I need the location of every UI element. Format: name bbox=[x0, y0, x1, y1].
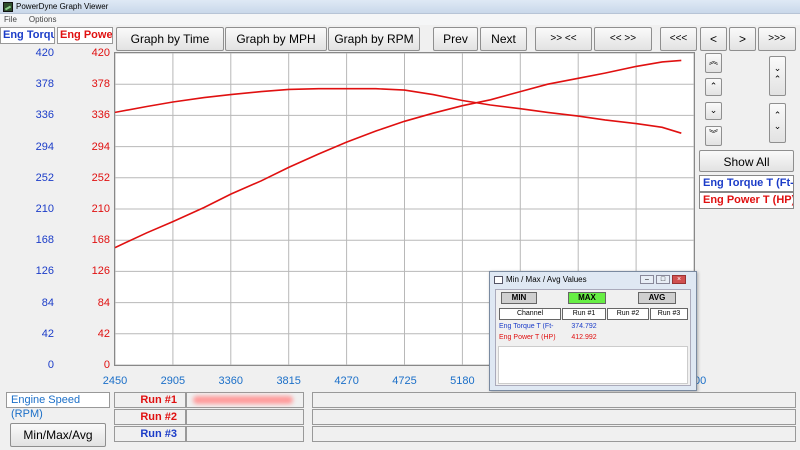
column-run3: Run #3 bbox=[650, 308, 688, 320]
menu-bar: File Options bbox=[0, 14, 800, 25]
y-tick-left: 378 bbox=[35, 78, 54, 91]
y-tick-right: 210 bbox=[91, 203, 110, 215]
x-tick-label: 4270 bbox=[334, 375, 359, 387]
title-bar: PowerDyne Graph Viewer bbox=[0, 0, 800, 14]
x-tick-label: 2450 bbox=[102, 375, 128, 387]
column-channel: Channel bbox=[499, 308, 561, 320]
zoom-out-button[interactable]: << >> bbox=[594, 27, 652, 51]
run3-name-box[interactable] bbox=[186, 426, 304, 442]
y-tick-right: 0 bbox=[103, 359, 110, 371]
menu-file[interactable]: File bbox=[4, 15, 17, 24]
x-channel-label[interactable]: Engine Speed (RPM) bbox=[6, 392, 110, 420]
y-tick-right: 168 bbox=[91, 234, 110, 247]
show-all-button[interactable]: Show All bbox=[699, 150, 794, 172]
app-icon bbox=[3, 2, 13, 12]
y-tick-right: 42 bbox=[97, 327, 110, 340]
run1-info-box bbox=[312, 392, 796, 408]
y-tick-left: 294 bbox=[35, 140, 54, 153]
y-tick-left: 84 bbox=[41, 296, 54, 309]
legend-power[interactable]: Eng Power T (HP) bbox=[699, 192, 794, 209]
legend-torque[interactable]: Eng Torque T (Ft-Lbs) bbox=[699, 175, 794, 192]
row-power-channel: Eng Power T (HP) bbox=[499, 334, 556, 341]
min-max-avg-button[interactable]: Min/Max/Avg bbox=[10, 423, 106, 447]
double-down-icon[interactable]: ︾ bbox=[705, 126, 722, 146]
menu-options[interactable]: Options bbox=[29, 15, 57, 24]
forward-button[interactable]: > bbox=[729, 27, 756, 51]
run2-info-box bbox=[312, 409, 796, 425]
y-tick-left: 252 bbox=[35, 171, 54, 184]
next-button[interactable]: Next bbox=[480, 27, 527, 51]
up-icon[interactable]: ⌃ bbox=[705, 78, 722, 96]
run2-name-box[interactable] bbox=[186, 409, 304, 425]
min-max-avg-dialog: Min / Max / Avg Values – □ × MIN MAX AVG… bbox=[489, 271, 697, 391]
close-icon[interactable]: × bbox=[672, 275, 686, 284]
y-tick-right: 252 bbox=[91, 171, 110, 184]
x-tick-label: 2905 bbox=[160, 375, 186, 387]
x-tick-label: 5180 bbox=[450, 375, 475, 387]
zoom-in-button[interactable]: >> << bbox=[535, 27, 592, 51]
y-tick-right: 420 bbox=[91, 47, 110, 59]
double-up-icon[interactable]: ︽ bbox=[705, 53, 722, 73]
y-tick-left: 210 bbox=[35, 203, 54, 215]
y-tick-right: 336 bbox=[91, 109, 110, 122]
dialog-empty-area bbox=[498, 346, 688, 384]
graph-by-time-button[interactable]: Graph by Time bbox=[116, 27, 224, 51]
graph-by-rpm-button[interactable]: Graph by RPM bbox=[328, 27, 420, 51]
series-torque-line bbox=[114, 87, 682, 134]
y-tick-right: 126 bbox=[91, 265, 110, 278]
run3-info-box bbox=[312, 426, 796, 442]
run1-name-box[interactable] bbox=[186, 392, 304, 408]
left-axis-header: Eng Torque bbox=[0, 27, 55, 44]
run3-label[interactable]: Run #3 bbox=[114, 426, 186, 442]
row-torque-channel: Eng Torque T (Ft- bbox=[499, 323, 554, 330]
y-tick-right: 294 bbox=[91, 140, 110, 153]
run1-label[interactable]: Run #1 bbox=[114, 392, 186, 408]
x-tick-label: 3360 bbox=[218, 375, 244, 387]
y-tick-left: 168 bbox=[35, 234, 54, 247]
y-tick-left: 126 bbox=[35, 265, 54, 278]
tab-max[interactable]: MAX bbox=[568, 292, 606, 304]
tab-min[interactable]: MIN bbox=[501, 292, 537, 304]
y-tick-left: 42 bbox=[41, 327, 54, 340]
series-power-line bbox=[114, 59, 682, 249]
right-axis-header: Eng Power bbox=[57, 27, 113, 44]
x-tick-label: 4725 bbox=[392, 375, 417, 387]
y-tick-left: 0 bbox=[47, 359, 54, 371]
back-button[interactable]: < bbox=[700, 27, 727, 51]
redacted-name bbox=[193, 396, 293, 404]
last-button[interactable]: >>> bbox=[758, 27, 796, 51]
y-tick-right: 378 bbox=[91, 78, 110, 91]
y-tick-left: 420 bbox=[35, 47, 54, 59]
y-tick-right: 84 bbox=[97, 296, 110, 309]
graph-by-mph-button[interactable]: Graph by MPH bbox=[225, 27, 327, 51]
down-icon[interactable]: ⌄ bbox=[705, 102, 722, 120]
prev-button[interactable]: Prev bbox=[433, 27, 478, 51]
row-power-run1: 412.992 bbox=[571, 334, 597, 341]
column-run1: Run #1 bbox=[562, 308, 606, 320]
maximize-icon[interactable]: □ bbox=[656, 275, 670, 284]
row-torque-run1: 374.792 bbox=[571, 323, 597, 330]
expand-vertical-icon[interactable]: ⌄ ⌃ bbox=[769, 56, 786, 96]
run2-label[interactable]: Run #2 bbox=[114, 409, 186, 425]
minimize-icon[interactable]: – bbox=[640, 275, 654, 284]
column-run2: Run #2 bbox=[607, 308, 649, 320]
dialog-body: MIN MAX AVG Channel Run #1 Run #2 Run #3… bbox=[495, 289, 691, 386]
window-title: PowerDyne Graph Viewer bbox=[16, 2, 109, 11]
first-button[interactable]: <<< bbox=[660, 27, 697, 51]
compress-vertical-icon[interactable]: ⌃ ⌄ bbox=[769, 103, 786, 143]
y-tick-left: 336 bbox=[35, 109, 54, 122]
tab-avg[interactable]: AVG bbox=[638, 292, 676, 304]
x-tick-label: 3815 bbox=[276, 375, 301, 387]
